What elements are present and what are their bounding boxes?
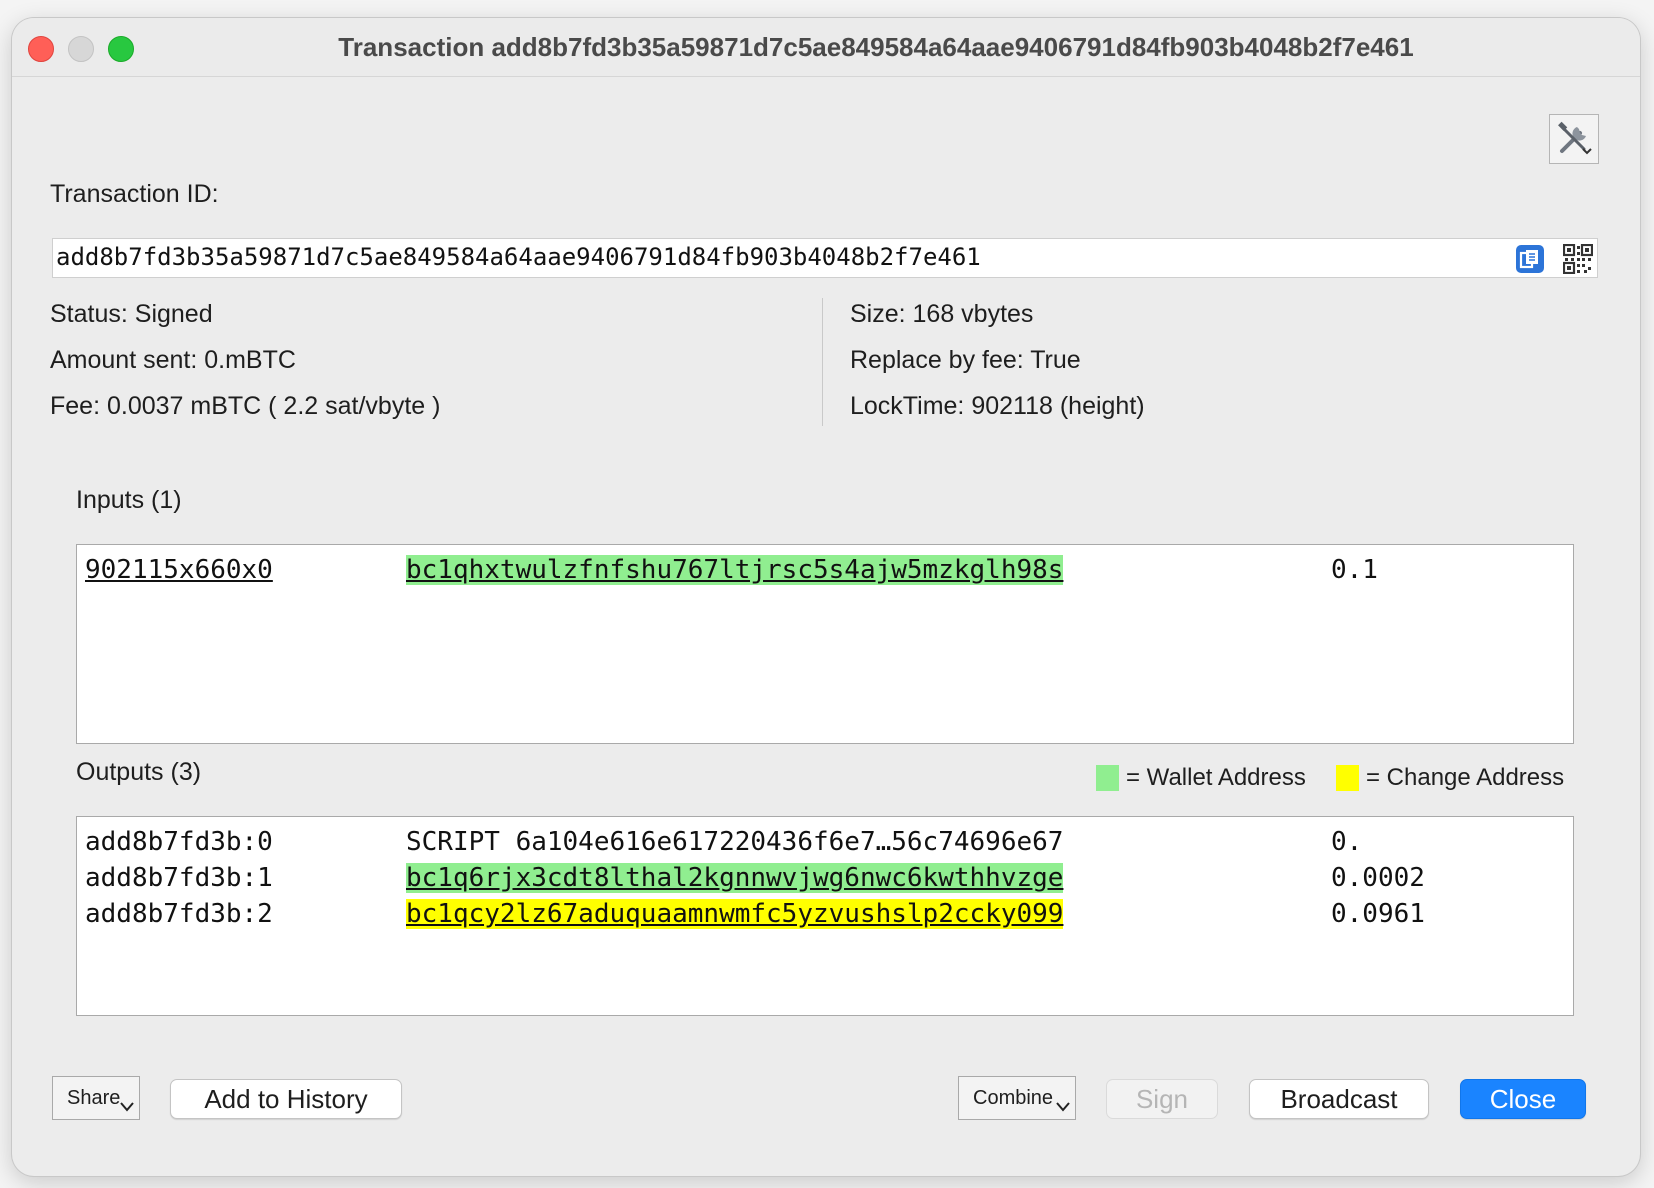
transaction-id-field[interactable]: add8b7fd3b35a59871d7c5ae849584a64aae9406… (52, 238, 1598, 278)
window-title: Transaction add8b7fd3b35a59871d7c5ae8495… (338, 32, 1414, 62)
amount-sent-text: Amount sent: 0.mBTC (50, 346, 296, 374)
qr-code-icon[interactable] (1563, 244, 1593, 274)
copy-icon[interactable] (1515, 244, 1545, 274)
input-amount: 0.1 (1331, 555, 1378, 585)
details-divider (822, 298, 823, 426)
share-button-label: Share (67, 1087, 121, 1109)
share-button[interactable]: Share (52, 1076, 140, 1120)
tools-menu-button[interactable] (1549, 114, 1599, 164)
close-button[interactable]: Close (1460, 1079, 1586, 1119)
window-close-button[interactable] (28, 36, 54, 62)
output-outpoint: add8b7fd3b:1 (85, 863, 273, 893)
output-address-link[interactable]: bc1q6rjx3cdt8lthal2kgnnwvjwg6nwc6kwthhvz… (406, 863, 1064, 893)
input-prevout-link[interactable]: 902115x660x0 (85, 555, 273, 585)
output-outpoint: add8b7fd3b:0 (85, 827, 273, 857)
locktime-text: LockTime: 902118 (height) (850, 392, 1145, 420)
combine-button-label: Combine (973, 1087, 1054, 1109)
chevron-down-icon (120, 1102, 134, 1112)
output-script: SCRIPT 6a104e616e617220436f6e7…56c74696e… (406, 827, 1064, 857)
change-address-swatch (1336, 765, 1359, 791)
change-address-legend: = Change Address (1366, 764, 1565, 791)
replace-by-fee-text: Replace by fee: True (850, 346, 1081, 374)
sign-button[interactable]: Sign (1106, 1079, 1218, 1119)
combine-button[interactable]: Combine (958, 1076, 1076, 1120)
add-to-history-button[interactable]: Add to History (170, 1079, 402, 1119)
broadcast-button[interactable]: Broadcast (1249, 1079, 1429, 1119)
transaction-dialog: Transaction add8b7fd3b35a59871d7c5ae8495… (12, 18, 1640, 1176)
input-address-link[interactable]: bc1qhxtwulzfnfshu767ltjrsc5s4ajw5mzkglh9… (406, 555, 1064, 585)
window-minimize-button[interactable] (68, 36, 94, 62)
window-zoom-button[interactable] (108, 36, 134, 62)
transaction-id-value[interactable]: add8b7fd3b35a59871d7c5ae849584a64aae9406… (56, 243, 981, 271)
title-bar: Transaction add8b7fd3b35a59871d7c5ae8495… (12, 18, 1640, 77)
outputs-heading: Outputs (3) (76, 758, 202, 786)
inputs-heading: Inputs (1) (76, 486, 182, 514)
transaction-id-label: Transaction ID: (50, 180, 219, 208)
output-amount: 0. (1331, 827, 1363, 857)
chevron-down-icon (1056, 1102, 1070, 1112)
wallet-address-swatch (1096, 765, 1119, 791)
tools-icon (1558, 121, 1592, 155)
output-amount: 0.0002 (1331, 863, 1425, 893)
size-text: Size: 168 vbytes (850, 300, 1034, 328)
status-text: Status: Signed (50, 300, 213, 328)
wallet-address-legend: = Wallet Address (1126, 764, 1306, 791)
fee-text: Fee: 0.0037 mBTC ( 2.2 sat/vbyte ) (50, 392, 441, 420)
output-amount: 0.0961 (1331, 899, 1425, 929)
inputs-table: 902115x660x0 bc1qhxtwulzfnfshu767ltjrsc5… (76, 544, 1574, 744)
output-address-link[interactable]: bc1qcy2lz67aduquaamnwmfc5yzvushslp2ccky0… (406, 899, 1064, 929)
output-outpoint: add8b7fd3b:2 (85, 899, 273, 929)
outputs-table: add8b7fd3b:0 SCRIPT 6a104e616e617220436f… (76, 816, 1574, 1016)
